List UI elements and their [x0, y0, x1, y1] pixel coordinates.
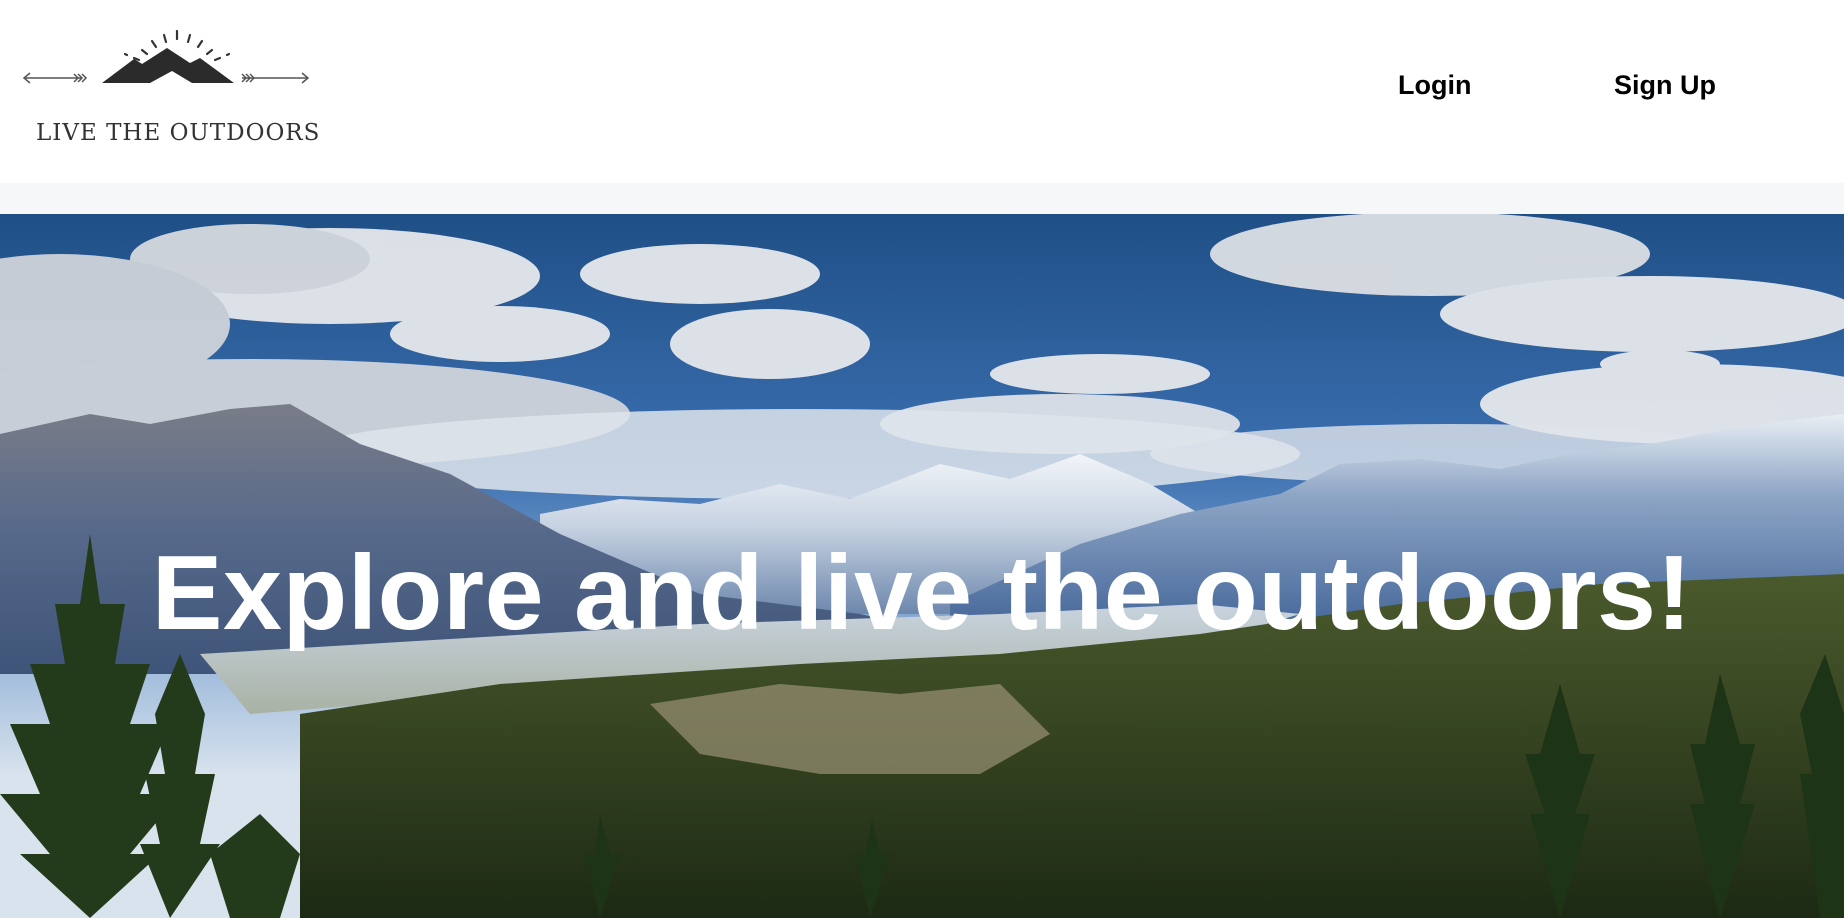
mountain-sun-arrows-icon [22, 29, 310, 84]
hero-section: Explore and live the outdoors! [0, 214, 1844, 918]
hero-title: Explore and live the outdoors! [151, 534, 1693, 653]
brand-name: LIVE THE OUTDOORS [36, 120, 321, 146]
login-link[interactable]: Login [1398, 70, 1471, 101]
signup-link[interactable]: Sign Up [1614, 70, 1716, 101]
site-header: LIVE THE OUTDOORS Login Sign Up [0, 0, 1844, 183]
header-divider-band [0, 183, 1844, 214]
brand-logo[interactable]: LIVE THE OUTDOORS [22, 26, 322, 156]
